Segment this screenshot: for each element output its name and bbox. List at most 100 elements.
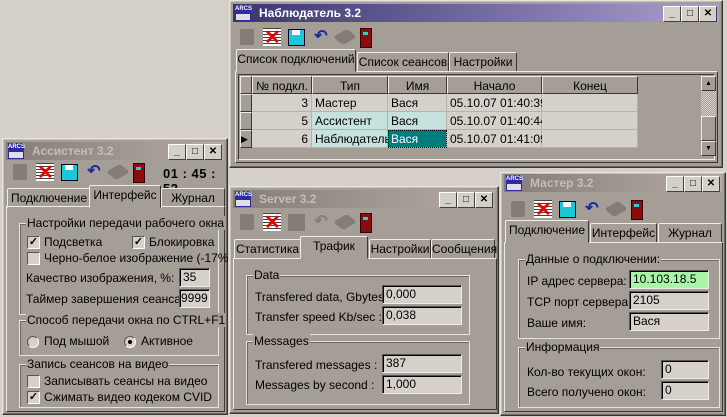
row-indicator[interactable]: ▶ [240,130,252,148]
column-header-end[interactable]: Конец [542,76,638,94]
cell-name[interactable]: Вася [388,130,447,148]
tab-journal[interactable]: Журнал [161,188,225,208]
undo-icon[interactable]: ↶ [312,213,330,231]
your-name-input[interactable]: Вася [629,312,709,331]
black-white-checkbox[interactable] [27,252,40,265]
scroll-up-button[interactable]: ▲ [701,76,716,91]
exit-door-icon[interactable] [360,28,372,48]
tab-settings[interactable]: Настройки [369,239,431,259]
scroll-thumb[interactable] [701,116,716,141]
under-mouse-radio[interactable] [27,336,39,348]
grid-corner [240,76,252,94]
cell-num[interactable]: 5 [252,112,312,130]
connect-icon[interactable] [240,29,254,45]
minimize-button[interactable]: _ [439,192,457,208]
connect-icon[interactable] [240,214,254,230]
record-sessions-checkbox[interactable] [27,375,40,388]
minimize-button[interactable]: _ [168,144,186,160]
eraser-icon[interactable] [333,28,357,46]
total-windows-field[interactable]: 0 [661,381,709,400]
exit-door-icon[interactable] [360,213,372,233]
tab-settings[interactable]: Настройки [449,52,517,72]
maximize-button[interactable]: □ [186,144,204,160]
minimize-button[interactable]: _ [663,6,681,22]
title-bar[interactable]: ARCS Мастер 3.2 _ □ ✕ [504,174,722,192]
undo-icon[interactable]: ↶ [85,163,103,181]
tab-interface[interactable]: Интерфейс [590,223,657,243]
tab-messages[interactable]: Сообщения [431,239,497,259]
tab-connection[interactable]: Подключение [505,220,589,243]
tab-journal[interactable]: Журнал [658,223,722,243]
maximize-button[interactable]: □ [681,6,699,22]
cell-type[interactable]: Наблюдатель [312,130,391,148]
exit-door-icon[interactable] [133,163,145,183]
save-icon[interactable] [288,29,305,46]
disconnect-icon[interactable] [263,25,281,50]
eraser-icon[interactable] [604,200,628,218]
tab-sessions-list[interactable]: Список сеансов [357,52,449,72]
cell-name[interactable]: Вася [388,94,447,112]
cell-end[interactable] [542,94,638,112]
maximize-button[interactable]: □ [457,192,475,208]
current-windows-field[interactable]: 0 [661,360,709,379]
port-input[interactable]: 2105 [629,291,709,310]
close-button[interactable]: ✕ [204,144,222,160]
ip-address-input[interactable]: 10.103.18.5 [629,270,709,289]
cell-name[interactable]: Вася [388,112,447,130]
cell-start[interactable]: 05.10.07 01:41:09 [447,130,547,148]
cell-type[interactable]: Ассистент [312,112,388,130]
column-header-start[interactable]: Начало [447,76,542,94]
minimize-button[interactable]: _ [666,176,684,192]
title-bar[interactable]: ARCS Наблюдатель 3.2 _ □ ✕ [233,4,719,22]
save-icon[interactable] [61,164,78,181]
close-button[interactable]: ✕ [699,6,717,22]
backlight-checkbox[interactable]: ✓ [27,236,40,249]
tab-connections-list[interactable]: Список подключений [236,49,356,72]
disconnect-icon[interactable] [263,210,281,235]
save-icon[interactable] [559,201,576,218]
cell-type[interactable]: Мастер [312,94,388,112]
row-indicator[interactable] [240,112,252,130]
eraser-icon[interactable] [106,163,130,181]
disconnect-icon[interactable] [36,160,54,185]
transfered-messages-field[interactable]: 387 [382,354,462,373]
tab-traffic[interactable]: Трафик [300,236,368,259]
column-header-name[interactable]: Имя [388,76,447,94]
cell-end[interactable] [542,112,638,130]
undo-icon[interactable]: ↶ [312,28,330,46]
compress-cvid-checkbox[interactable]: ✓ [27,391,40,404]
connect-icon[interactable] [13,164,27,180]
undo-icon[interactable]: ↶ [583,200,601,218]
active-window-radio[interactable] [124,336,136,348]
timer-input[interactable]: 9999 [179,289,210,308]
quality-input[interactable]: 35 [179,268,210,287]
transfered-data-field[interactable]: 0,000 [382,285,462,304]
maximize-button[interactable]: □ [684,176,702,192]
scroll-down-button[interactable]: ▼ [701,141,716,156]
messages-per-second-field[interactable]: 1,000 [382,375,462,394]
vertical-scrollbar[interactable]: ▲ ▼ [701,76,716,156]
tab-statistics[interactable]: Статистика [234,239,301,259]
row-indicator[interactable] [240,94,252,112]
tab-interface[interactable]: Интерфейс [89,185,161,208]
eraser-icon[interactable] [333,213,357,231]
cell-num[interactable]: 6 [252,130,312,148]
column-header-type[interactable]: Тип [312,76,388,94]
column-header-num[interactable]: № подкл. [252,76,312,94]
transfer-speed-field[interactable]: 0,038 [382,306,462,325]
connections-grid[interactable]: № подкл. Тип Имя Начало Конец 3 Мастер Вас… [238,74,716,160]
close-button[interactable]: ✕ [702,176,720,192]
connect-icon[interactable] [511,201,525,217]
title-bar[interactable]: ARCS Ассистент 3.2 _ □ ✕ [6,142,224,160]
close-button[interactable]: ✕ [475,192,493,208]
disconnect-icon[interactable] [534,197,552,222]
save-icon[interactable] [288,214,305,231]
cell-end[interactable] [542,130,638,148]
title-bar[interactable]: ARCS Server 3.2 _ □ ✕ [233,190,495,208]
cell-start[interactable]: 05.10.07 01:40:44 [447,112,547,130]
cell-start[interactable]: 05.10.07 01:40:39 [447,94,547,112]
lock-checkbox[interactable]: ✓ [132,236,145,249]
cell-num[interactable]: 3 [252,94,312,112]
tab-connection[interactable]: Подключение [7,188,91,208]
exit-door-icon[interactable] [631,200,643,220]
